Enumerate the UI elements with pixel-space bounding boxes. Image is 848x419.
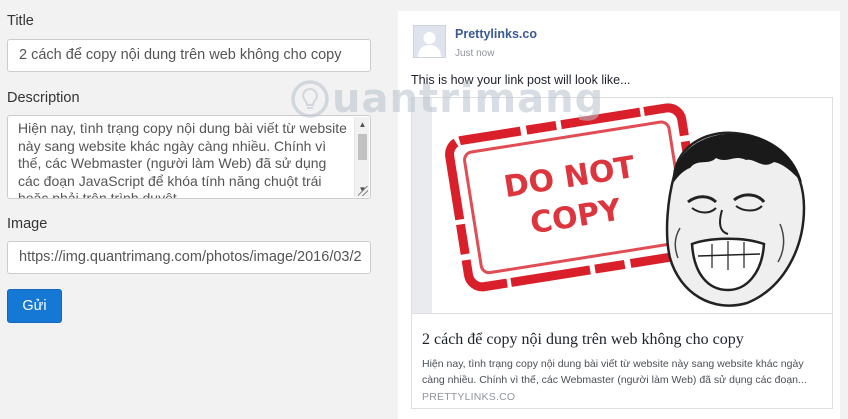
do-not-copy-stamp-image: DO NOT COPY <box>445 103 806 307</box>
description-scrollbar[interactable]: ▲ ▼ <box>354 117 369 197</box>
scroll-up-arrow-icon[interactable]: ▲ <box>355 117 370 132</box>
meme-face-illustration <box>665 131 806 307</box>
card-image[interactable]: DO NOT COPY <box>412 98 832 314</box>
image-url-input[interactable]: https://img.quantrimang.com/photos/image… <box>7 241 371 274</box>
title-input[interactable]: 2 cách để copy nội dung trên web không c… <box>7 39 371 72</box>
description-textarea[interactable]: Hiện nay, tình trạng copy nội dung bài v… <box>7 115 371 199</box>
resize-grip-icon[interactable] <box>358 186 368 196</box>
link-card[interactable]: DO NOT COPY 2 cách để copy nội dung trên… <box>411 97 833 409</box>
default-avatar-icon <box>413 25 446 58</box>
page-name-link[interactable]: Prettylinks.co <box>455 27 537 41</box>
description-label: Description <box>7 90 80 106</box>
description-text: Hiện nay, tình trạng copy nội dung bài v… <box>18 120 347 199</box>
stamp-text-line2: COPY <box>528 192 625 241</box>
card-description: Hiện nay, tình trạng copy nội dung bài v… <box>422 358 807 386</box>
link-form: Title 2 cách để copy nội dung trên web k… <box>0 0 385 419</box>
card-body[interactable]: 2 cách để copy nội dung trên web không c… <box>412 315 832 408</box>
scroll-thumb[interactable] <box>358 134 367 160</box>
card-title[interactable]: 2 cách để copy nội dung trên web không c… <box>422 331 744 349</box>
post-timestamp: Just now <box>455 48 495 59</box>
submit-button[interactable]: Gửi <box>7 289 62 323</box>
card-domain: PRETTYLINKS.CO <box>422 391 516 403</box>
post-text: This is how your link post will look lik… <box>411 73 631 87</box>
title-label: Title <box>7 13 34 29</box>
facebook-post-preview: Prettylinks.co Just now This is how your… <box>398 11 840 419</box>
image-label: Image <box>7 216 48 232</box>
